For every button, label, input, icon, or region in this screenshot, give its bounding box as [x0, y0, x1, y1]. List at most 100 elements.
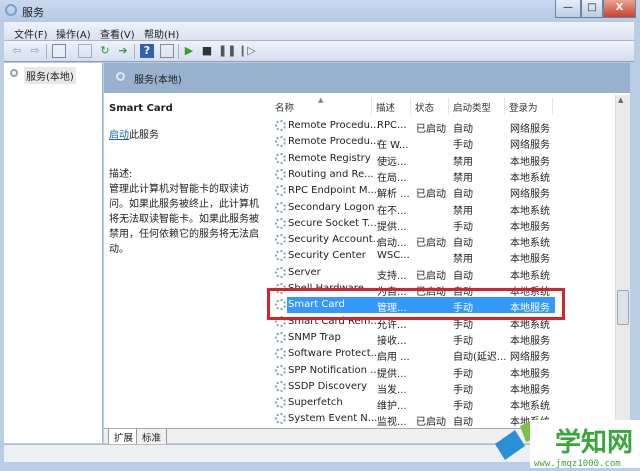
service-row[interactable]: RPC Endpoint M... 解析 ... 已启动 自动 网络服务 — [265, 183, 555, 201]
column-header-startup-type[interactable]: 启动类型 — [449, 98, 505, 115]
cell-name: Remote Registry — [288, 152, 371, 164]
service-row[interactable]: Secure Socket T... 提供... 手动 本地服务 — [265, 216, 555, 233]
service-gear-icon — [275, 348, 286, 360]
service-gear-icon — [275, 266, 286, 278]
cell-logon-as: 本地系统 — [510, 401, 550, 413]
menu-action[interactable]: 操作(A) — [56, 26, 91, 41]
watermark-graphic: 学知网 www.jmqz1000.com — [495, 418, 640, 469]
console-tree: 服务(本地) — [4, 63, 103, 443]
cell-name: Superfetch — [288, 397, 343, 409]
cell-logon-as: 本地服务 — [510, 254, 550, 266]
cell-description: 接收... — [377, 335, 407, 347]
service-row[interactable]: Server 支持... 已启动 自动 本地系统 — [265, 265, 555, 282]
service-gear-icon — [275, 136, 286, 148]
service-name: Smart Card — [109, 103, 173, 114]
service-row[interactable]: Security Center WSC... 禁用 本地服务 — [265, 248, 555, 266]
cell-logon-as: 网络服务 — [510, 352, 550, 364]
cell-status: 已启动 — [416, 238, 446, 250]
service-row[interactable]: SSDP Discovery 当发... 手动 本地服务 — [265, 379, 555, 396]
refresh-icon[interactable]: ↻ — [98, 44, 112, 58]
scrollbar-thumb[interactable] — [617, 290, 629, 325]
cell-startup-type: 自动(延迟... — [453, 352, 507, 364]
service-gear-icon — [275, 413, 286, 425]
cell-description: 启动... — [377, 238, 407, 250]
show-hide-icon[interactable] — [160, 44, 174, 58]
cell-startup-type: 禁用 — [453, 172, 473, 184]
menu-file[interactable]: 文件(F) — [14, 26, 48, 41]
cell-logon-as: 网络服务 — [510, 189, 550, 201]
service-row[interactable]: Superfetch 维护... 手动 本地系统 — [265, 395, 555, 413]
maximize-button[interactable]: □ — [581, 0, 603, 18]
help-icon[interactable]: ? — [140, 44, 154, 58]
menu-view[interactable]: 查看(V) — [100, 26, 135, 41]
service-gear-icon — [275, 201, 286, 213]
toolbar: ⇦ ⇨ ↻ ➔ ? ▶ ■ ❚❚ ❙▷ — [4, 41, 634, 62]
cell-name: Routing and Re... — [288, 168, 374, 180]
pane-header: 服务(本地) — [104, 63, 630, 93]
cell-name: Security Account... — [288, 234, 383, 246]
close-button[interactable]: X — [603, 0, 636, 18]
service-row[interactable]: Software Protect... 启用 ... 自动(延迟... 网络服务 — [265, 346, 555, 364]
pause-icon[interactable]: ❚❚ — [218, 44, 236, 58]
cell-status: 已启动 — [416, 270, 446, 282]
cell-startup-type: 自动 — [453, 238, 473, 250]
console-tree-icon[interactable] — [52, 44, 66, 58]
column-header-status[interactable]: 状态 — [411, 98, 449, 115]
cell-name: System Event N... — [288, 413, 378, 425]
service-row[interactable]: Remote Procedu... 在 W... 手动 网络服务 — [265, 134, 555, 152]
watermark-logo: 学知网 www.jmqz1000.com — [490, 416, 640, 469]
cell-logon-as: 本地服务 — [510, 384, 550, 396]
service-gear-icon — [275, 185, 286, 197]
cell-name: Server — [288, 266, 321, 278]
scroll-up-icon[interactable]: ▲ — [618, 96, 623, 104]
cell-logon-as: 本地系统 — [510, 205, 550, 217]
service-row[interactable]: Secondary Logon 在不... 禁用 本地系统 — [265, 200, 555, 217]
cell-description: 监视... — [377, 417, 407, 429]
toolbar-separator — [46, 44, 47, 59]
forward-icon[interactable]: ⇨ — [28, 44, 42, 58]
cell-logon-as: 本地系统 — [510, 238, 550, 250]
service-row[interactable]: SNMP Trap 接收... 手动 本地服务 — [265, 330, 555, 347]
back-icon[interactable]: ⇦ — [10, 44, 24, 58]
column-header-logon-as[interactable]: 登录为 — [505, 98, 553, 115]
services-icon — [5, 4, 17, 16]
tree-item-services-local[interactable]: 服务(本地) — [24, 67, 76, 84]
cell-description: RPC... — [377, 120, 407, 131]
cell-startup-type: 禁用 — [453, 156, 473, 168]
cell-description: 在局... — [377, 172, 407, 184]
cell-startup-type: 自动 — [453, 189, 473, 201]
cell-status: 已启动 — [416, 417, 446, 429]
cell-name: SSDP Discovery — [288, 380, 368, 392]
cell-status: 已启动 — [416, 124, 446, 135]
play-icon[interactable]: ▶ — [182, 44, 196, 58]
cell-startup-type: 禁用 — [453, 205, 473, 217]
cell-description: 支持... — [377, 270, 407, 282]
cell-logon-as: 本地服务 — [510, 335, 550, 347]
cell-logon-as: 网络服务 — [510, 124, 550, 135]
vertical-scrollbar[interactable] — [615, 95, 630, 428]
stop-icon[interactable]: ■ — [200, 44, 214, 58]
start-service-link[interactable]: 启动 — [109, 130, 129, 141]
minimize-button[interactable]: — — [555, 0, 581, 18]
service-row[interactable]: SPP Notification ... 提供... 手动 本地服务 — [265, 363, 555, 380]
column-header-description[interactable]: 描述 — [372, 98, 411, 115]
export-icon[interactable]: ➔ — [116, 44, 130, 58]
service-row[interactable]: Remote Registry 使远... 禁用 本地服务 — [265, 151, 555, 168]
properties-icon[interactable] — [78, 44, 92, 58]
service-row[interactable]: Security Account... 启动... 已启动 自动 本地系统 — [265, 232, 555, 250]
cell-startup-type: 自动 — [453, 417, 473, 429]
cell-logon-as: 本地服务 — [510, 221, 550, 233]
menu-help[interactable]: 帮助(H) — [144, 26, 179, 41]
cell-logon-as: 本地服务 — [510, 368, 550, 380]
cell-startup-type: 手动 — [453, 368, 473, 380]
service-row[interactable]: Routing and Re... 在局... 禁用 本地系统 — [265, 167, 555, 184]
toolbar-separator — [178, 44, 179, 59]
start-service-suffix: 此服务 — [129, 130, 159, 141]
cell-startup-type: 禁用 — [453, 254, 473, 266]
sort-ascending-icon: ▲ — [318, 96, 324, 104]
cell-startup-type: 手动 — [453, 140, 473, 152]
service-row[interactable]: Remote Procedu... RPC... 已启动 自动 网络服务 — [265, 118, 555, 135]
cell-description: 使远... — [377, 156, 407, 168]
restart-icon[interactable]: ❙▷ — [238, 44, 256, 58]
cell-startup-type: 手动 — [453, 401, 473, 413]
